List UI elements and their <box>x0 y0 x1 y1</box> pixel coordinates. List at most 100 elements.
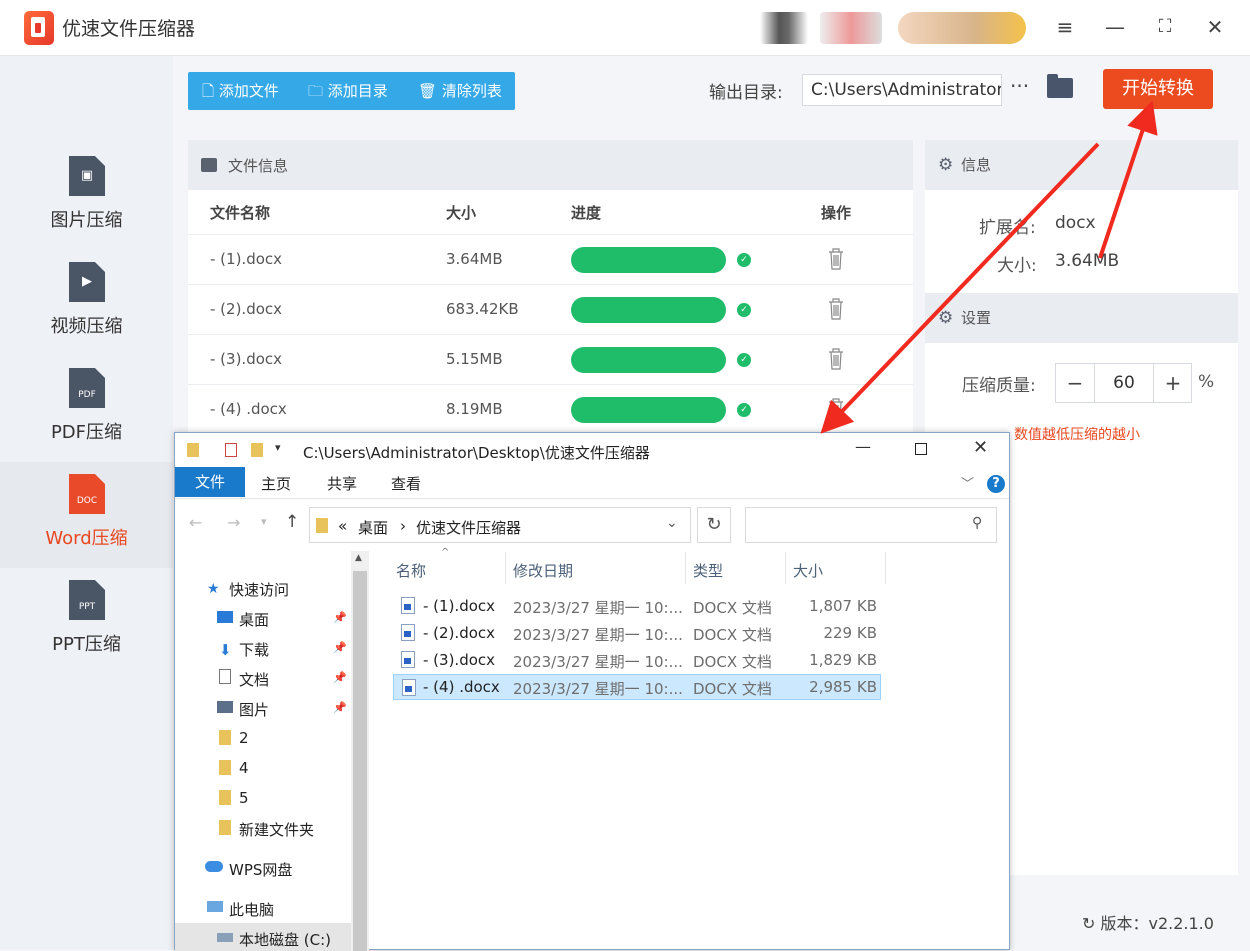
address-dropdown-icon[interactable]: ⌄ <box>666 515 678 531</box>
search-input[interactable]: ⚲ <box>745 507 997 543</box>
column-header-type[interactable]: 类型 <box>693 560 723 581</box>
computer-icon <box>207 901 223 912</box>
file-size: 1,829 KB <box>809 651 877 669</box>
scroll-thumb[interactable] <box>353 571 367 951</box>
refresh-button[interactable]: ↻ <box>697 507 731 543</box>
table-row[interactable]: - (2).docx 683.42KB ✓ <box>188 284 913 334</box>
explorer-minimize-button[interactable]: — <box>855 437 871 456</box>
ppt-file-icon: PPT <box>69 580 105 620</box>
tree-item-quick-access[interactable]: 快速访问 <box>229 579 289 600</box>
app-logo-icon <box>24 11 54 45</box>
file-row-selected[interactable]: - (4) .docx 2023/3/27 星期一 10:... DOCX 文档… <box>393 674 881 700</box>
new-folder-icon[interactable] <box>251 443 263 457</box>
quality-hint: 数值越低压缩的越小 <box>1014 427 1140 443</box>
clear-list-label: 清除列表 <box>441 82 502 100</box>
minimize-button[interactable]: — <box>1102 14 1128 40</box>
tree-item-this-pc[interactable]: 此电脑 <box>229 899 274 920</box>
extension-label: 扩展名: <box>979 218 1036 238</box>
start-convert-button[interactable]: 开始转换 <box>1103 69 1213 109</box>
column-header-size[interactable]: 大小 <box>793 560 823 581</box>
ribbon-expand-icon[interactable]: ﹀ <box>961 473 974 492</box>
breadcrumb-overflow[interactable]: « <box>338 517 347 535</box>
file-panel-header: 文件信息 <box>188 140 913 190</box>
tree-item-local-disk-row[interactable]: 本地磁盘 (C:) <box>175 923 351 951</box>
folder-icon <box>219 730 231 745</box>
tree-item-folder[interactable]: 4 <box>239 759 249 777</box>
tree-item-desktop[interactable]: 桌面 <box>239 609 269 630</box>
file-row[interactable]: - (2).docx 2023/3/27 星期一 10:... DOCX 文档 … <box>393 620 881 646</box>
quick-access-dropdown-icon[interactable]: ▾ <box>275 441 281 454</box>
breadcrumb-desktop[interactable]: 桌面 <box>358 517 388 538</box>
decrement-button[interactable]: − <box>1056 364 1094 402</box>
maximize-icon[interactable]: ⛶ <box>1152 14 1178 40</box>
explorer-title-bar: ▾ C:\Users\Administrator\Desktop\优速文件压缩器… <box>175 433 1009 467</box>
tab-view[interactable]: 查看 <box>391 473 421 494</box>
output-dir-input[interactable]: C:\Users\Administrator\ <box>802 74 1002 106</box>
add-file-label: 添加文件 <box>218 82 279 100</box>
table-row[interactable]: - (4) .docx 8.19MB ✓ <box>188 384 913 434</box>
trash-icon[interactable] <box>828 348 844 370</box>
scroll-up-icon[interactable]: ▲ <box>355 553 362 563</box>
ribbon-tabs: 文件 主页 共享 查看 ﹀ ? <box>175 467 1009 499</box>
file-name: - (4) .docx <box>423 678 500 696</box>
file-size: 8.19MB <box>446 400 503 418</box>
tree-item-documents[interactable]: 文档 <box>239 669 269 690</box>
back-button[interactable]: ← <box>189 513 202 532</box>
breadcrumb-current[interactable]: 优速文件压缩器 <box>416 517 521 538</box>
clear-list-button[interactable]: 🗑 清除列表 <box>418 72 502 110</box>
sidebar-item-image[interactable]: ▣ 图片压缩 <box>0 144 173 250</box>
address-bar[interactable]: « 桌面 › 优速文件压缩器 ⌄ <box>309 507 691 543</box>
forward-button[interactable]: → <box>227 513 240 532</box>
nav-scrollbar[interactable]: ▲ <box>351 551 369 951</box>
add-directory-button[interactable]: 🗀 添加目录 <box>308 72 388 110</box>
menu-icon[interactable]: ≡ <box>1052 14 1078 40</box>
sidebar-item-label: Word压缩 <box>45 528 128 549</box>
file-type: DOCX 文档 <box>693 626 772 644</box>
tree-item-downloads[interactable]: 下载 <box>239 639 269 660</box>
trash-icon[interactable] <box>828 398 844 420</box>
table-row[interactable]: - (3).docx 5.15MB ✓ <box>188 334 913 384</box>
column-header-name[interactable]: 名称 <box>396 560 426 581</box>
close-icon[interactable]: ✕ <box>1202 14 1228 40</box>
trash-icon[interactable] <box>828 248 844 270</box>
recent-dropdown-icon[interactable]: ▾ <box>261 515 267 528</box>
tree-item-folder[interactable]: 2 <box>239 729 249 747</box>
file-row[interactable]: - (3).docx 2023/3/27 星期一 10:... DOCX 文档 … <box>393 647 881 673</box>
sidebar-item-word[interactable]: DOC Word压缩 <box>0 462 173 568</box>
open-folder-icon[interactable] <box>1047 74 1073 98</box>
tab-home[interactable]: 主页 <box>261 473 291 494</box>
quality-input[interactable]: 60 <box>1094 364 1154 402</box>
trash-icon[interactable] <box>828 298 844 320</box>
tree-item-folder[interactable]: 5 <box>239 789 249 807</box>
vip-badge[interactable] <box>898 12 1026 44</box>
browse-more-button[interactable]: ··· <box>1010 74 1029 98</box>
file-row[interactable]: - (1).docx 2023/3/27 星期一 10:... DOCX 文档 … <box>393 593 881 619</box>
explorer-close-button[interactable]: ✕ <box>973 437 988 458</box>
tree-item-wps-cloud[interactable]: WPS网盘 <box>229 859 292 880</box>
column-header-modified[interactable]: 修改日期 <box>513 560 573 581</box>
file-size: 5.15MB <box>446 350 503 368</box>
sidebar-item-video[interactable]: ▶ 视频压缩 <box>0 250 173 356</box>
title-bar: 优速文件压缩器 ≡ — ⛶ ✕ <box>0 0 1250 56</box>
tree-item-new-folder[interactable]: 新建文件夹 <box>239 819 314 840</box>
tab-share[interactable]: 共享 <box>327 473 357 494</box>
tree-item-pictures[interactable]: 图片 <box>239 699 269 720</box>
column-header-size: 大小 <box>446 204 477 222</box>
help-icon[interactable]: ? <box>987 475 1005 493</box>
properties-icon[interactable] <box>225 443 237 457</box>
add-file-button[interactable]: 🗋 添加文件 <box>202 72 279 110</box>
sidebar-item-ppt[interactable]: PPT PPT压缩 <box>0 568 173 674</box>
cloud-icon <box>205 861 223 872</box>
table-row[interactable]: - (1).docx 3.64MB ✓ <box>188 234 913 284</box>
pin-icon: 📌 <box>333 641 347 654</box>
increment-button[interactable]: + <box>1154 364 1192 402</box>
column-divider <box>885 552 886 584</box>
explorer-maximize-button[interactable] <box>915 443 927 455</box>
up-button[interactable]: ↑ <box>285 512 299 532</box>
pictures-icon <box>217 701 233 713</box>
sidebar-item-pdf[interactable]: PDF PDF压缩 <box>0 356 173 462</box>
video-file-icon: ▶ <box>69 262 105 302</box>
user-avatar[interactable] <box>760 12 808 44</box>
tab-file[interactable]: 文件 <box>175 467 245 497</box>
document-icon <box>219 669 231 684</box>
